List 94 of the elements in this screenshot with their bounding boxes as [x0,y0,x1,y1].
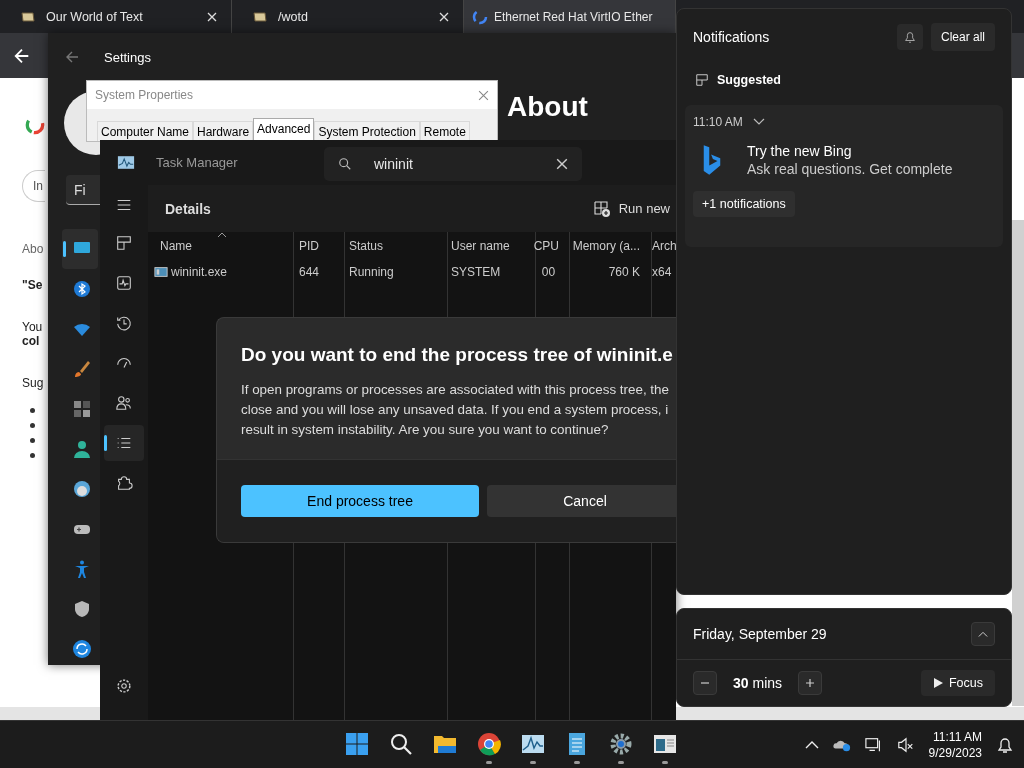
clock-button[interactable]: 11:11 AM 9/29/2023 [928,729,982,761]
page-title: Details [165,200,211,217]
chart-icon [117,155,135,170]
page-text: col [22,334,40,348]
search-icon [338,156,352,171]
column-header[interactable]: Arch [646,239,676,253]
calendar-date: Friday, September 29 [693,626,827,642]
bullet-dot [30,453,35,458]
column-header[interactable]: Memory (a... [565,239,646,253]
table-cell-text: 00 [540,265,557,279]
table-cell: wininit.exe [148,265,293,279]
plus-icon [805,678,816,688]
focus-button[interactable]: Focus [920,670,995,696]
puzzle-icon [115,474,133,492]
notification-card[interactable]: 11:10 AM Try the new Bing Ask real questions. Get complete +1 notifications [685,105,1003,247]
bullet-dot [30,438,35,443]
scrollbar[interactable] [676,707,1024,720]
history-icon [115,314,133,332]
browser-tab[interactable]: Ethernet Red Hat VirtIO Ether [464,0,676,33]
gear-icon [609,731,633,756]
column-header[interactable]: Status [343,239,445,253]
run-task-button[interactable]: Run new [592,199,670,218]
page-text: "Se [22,278,43,292]
network-icon[interactable] [864,736,883,754]
bell-icon[interactable] [996,736,1014,754]
confirm-button[interactable]: End process tree [241,485,479,517]
column-header[interactable]: CPU [532,239,565,253]
page-text: You [22,320,43,334]
window-title: Task Manager [156,155,239,170]
pulse-icon [115,274,133,292]
more-notifications-button[interactable]: +1 notifications [693,191,795,217]
chevron-up-icon [978,629,988,639]
bullet-dot [30,423,35,428]
window-title: Settings [104,49,151,65]
bell-icon [903,30,917,44]
back-icon[interactable] [13,46,31,65]
sort-caret-icon [217,232,227,238]
page-text: Abo [22,242,44,256]
column-header[interactable]: Name [148,239,293,253]
dialog-tab[interactable]: Remote [419,121,470,141]
table-cell-text: 644 [298,265,321,279]
column-header[interactable]: PID [293,239,343,253]
focus-duration: 30 mins [733,675,783,691]
table-cell-text: Running [348,265,395,279]
play-icon [932,678,943,688]
dialog-tab[interactable]: System Protection [314,121,420,141]
windows-icon [345,731,369,756]
grid-icon [115,234,133,252]
expand-button[interactable] [971,622,995,646]
clear-all-button[interactable]: Clear all [931,23,995,51]
bluetooth-icon [72,279,92,299]
notification-body: Ask real questions. Get complete [747,161,953,177]
apps-icon [72,399,92,419]
nav-item[interactable] [62,229,98,269]
update-icon [72,639,92,659]
settings-icon[interactable] [115,677,133,695]
window-title: System Properties [95,88,194,102]
increase-button[interactable] [798,671,823,695]
dialog-tab[interactable]: Hardware [193,121,254,141]
bullet-dot [30,408,35,413]
column-header[interactable]: User name [445,239,532,253]
dialog-tab[interactable]: Advanced [253,118,315,141]
clear-icon[interactable] [556,157,568,170]
page-text: Sug [22,376,44,390]
browser-icon [477,731,501,756]
nav-item[interactable] [104,425,144,461]
b-logo-icon [701,144,723,176]
scrollbar[interactable] [1012,220,1024,706]
dialog-title: Do you want to end the process tree of wininit.e [241,344,674,366]
program-icon [154,265,168,279]
dialog-tab[interactable]: Computer Name [97,121,194,141]
search-icon [389,731,413,756]
panel-title: Notifications [693,29,771,45]
table-cell-text: SYSTEM [450,265,502,279]
do-not-disturb-button[interactable] [897,24,923,50]
search-field[interactable]: wininit [324,146,582,181]
section-title: Suggested [717,73,781,87]
page-heading: About [507,91,588,123]
notification-title: Try the new Bing [747,143,853,159]
person-icon [72,439,92,459]
dialog-message: If open programs or processes are associated with this process tree, the close and you will lose any unsaved data. If you end a system process, i result in system instability. Are you sure you want to continue? [241,381,670,439]
brush-icon [72,359,92,379]
table-cell-text: 760 K [607,265,641,279]
table-cell-text: x64 [651,265,673,279]
clock-icon [72,479,92,499]
muted-speaker-icon[interactable] [896,736,915,754]
cancel-button[interactable]: Cancel [487,485,677,517]
users-icon [115,394,133,412]
widgets-icon [695,73,709,87]
scrollbar[interactable] [0,707,100,720]
shield-icon [72,599,92,619]
decrease-button[interactable] [693,671,717,695]
notification-time: 11:10 AM [693,115,743,129]
add-window-icon [592,199,611,218]
